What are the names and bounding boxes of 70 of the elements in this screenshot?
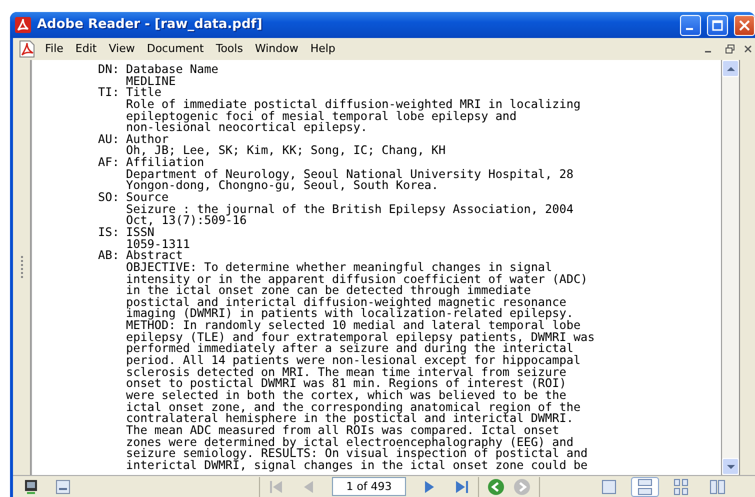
text-line: were selected in both the cortex, which was believed to be the <box>126 390 568 402</box>
field-label: Source <box>126 192 169 204</box>
scroll-down-icon[interactable] <box>722 458 739 475</box>
field-tag: AF: <box>98 157 126 169</box>
text-line: OBJECTIVE: To determine whether meaningful changes in signal <box>126 262 554 274</box>
menu-item[interactable]: Edit <box>69 40 103 58</box>
field-label: ISSN <box>126 226 156 239</box>
text-line: The mean ADC measured from all ROIs was compared. Ictal onset <box>126 424 560 436</box>
field-tag: TI: <box>98 87 126 99</box>
close-icon <box>739 20 750 30</box>
field-tag: AB: <box>98 250 126 262</box>
text-line: intensity or in the apparent diffusion coefficient of water (ADC) <box>126 274 589 286</box>
field-label: Affiliation <box>126 157 204 169</box>
menu-item[interactable]: View <box>102 40 141 58</box>
text-line: Oct, 13(7):509-16 <box>126 215 247 227</box>
scroll-up-icon[interactable] <box>722 60 739 77</box>
text-line: sclerosis detected on MRI. The mean time interval from seizure <box>126 366 566 378</box>
menu-item[interactable]: Window <box>248 40 304 58</box>
text-line: Oh, JB; Lee, SK; Kim, KK; Song, IC; Chang, KH <box>126 145 446 158</box>
text-line: Department of Neurology, Seoul National University Hospital, 28 <box>126 168 574 180</box>
field-tag: SO: <box>98 192 126 204</box>
maximize-icon <box>712 20 723 30</box>
text-line: MEDLINE <box>126 76 177 88</box>
menu-item[interactable]: Help <box>304 40 342 58</box>
vertical-scrollbar[interactable] <box>721 60 739 475</box>
text-line: contralateral hemisphere in the postictal and interictal DWMRI. <box>126 413 574 425</box>
text-line: epilepsy (TLE) and four extratemporal epilepsy patients, DWMRI was <box>126 332 595 344</box>
maximize-button[interactable] <box>707 14 728 36</box>
collapse-panel-icon[interactable] <box>55 478 71 494</box>
text-line: seizure semiology. RESULTS: On visual inspection of postictal and <box>126 448 589 460</box>
field-tag: DN: <box>98 64 126 76</box>
text-line: period. All 14 patients were non-lesional except for hippocampal <box>126 355 582 367</box>
minimize-button[interactable] <box>680 14 701 36</box>
text-line: in the ictal onset zone can be detected through immediate <box>126 285 531 297</box>
text-line: zones were determined by ictal electroencephalography (EEG) and <box>126 436 574 448</box>
text-line: epileptogenic foci of mesial temporal lobe epilepsy and <box>126 110 517 122</box>
text-line: postictal and interictal diffusion-weighted magnetic resonance <box>126 296 566 308</box>
menu-item[interactable]: Tools <box>210 40 249 58</box>
page-number-field[interactable]: 1 of 493 <box>332 477 406 496</box>
last-page-icon[interactable] <box>454 478 470 494</box>
close-icon[interactable] <box>744 45 752 53</box>
app-icon <box>15 17 31 33</box>
text-line: imaging (DWMRI) in patients with localization-related epilepsy. <box>126 308 574 320</box>
menu-item[interactable]: File <box>39 40 70 58</box>
field-tag: IS: <box>98 226 126 239</box>
field-label: Author <box>126 134 169 146</box>
field-label: Database Name <box>126 64 218 76</box>
window-title: Adobe Reader - [raw_data.pdf] <box>37 16 262 34</box>
menu-item[interactable]: Document <box>140 40 210 58</box>
field-label: Title <box>126 87 162 99</box>
field-label: Abstract <box>126 250 183 262</box>
back-icon[interactable] <box>487 478 505 496</box>
monitor-icon[interactable] <box>23 478 39 494</box>
restore-icon[interactable] <box>725 44 735 54</box>
text-line: non-lesional neocortical epilepsy. <box>126 122 368 134</box>
minimize-icon <box>686 28 692 30</box>
field-tag: AU: <box>98 134 126 146</box>
continuous-page-icon[interactable] <box>631 476 659 496</box>
text-line: interictal DWMRI, signal changes in the ictal onset zone could be <box>126 460 589 472</box>
text-line: METHOD: In randomly selected 10 medial and lateral temporal lobe <box>126 320 582 332</box>
text-line: Role of immediate postictal diffusion-weighted MRI in localizing <box>126 98 581 111</box>
text-line: 1059-1311 <box>126 238 190 250</box>
text-line: onset to postictal DWMRI was 81 min. Regions of interest (ROI) <box>126 378 568 390</box>
text-line: performed immediately after a seizure and during the interictal <box>126 343 574 356</box>
splitter-grip-icon[interactable] <box>20 256 24 280</box>
text-line: Seizure : the journal of the British Epilepsy Association, 2004 <box>126 204 574 216</box>
text-line: Yongon-dong, Chongno-gu, Seoul, South Korea. <box>126 180 439 192</box>
text-line: ictal onset zone, and the corresponding anatomical region of the <box>126 402 582 414</box>
pdf-document-icon <box>17 40 37 58</box>
close-button[interactable] <box>734 14 755 36</box>
